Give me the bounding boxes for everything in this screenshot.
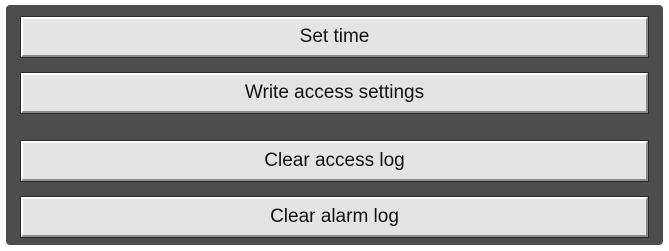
write-access-settings-button[interactable]: Write access settings [20, 72, 649, 114]
set-time-button[interactable]: Set time [20, 16, 649, 58]
clear-alarm-log-button[interactable]: Clear alarm log [20, 196, 649, 238]
button-panel: Set time Write access settings Clear acc… [6, 5, 663, 245]
clear-access-log-button[interactable]: Clear access log [20, 140, 649, 182]
